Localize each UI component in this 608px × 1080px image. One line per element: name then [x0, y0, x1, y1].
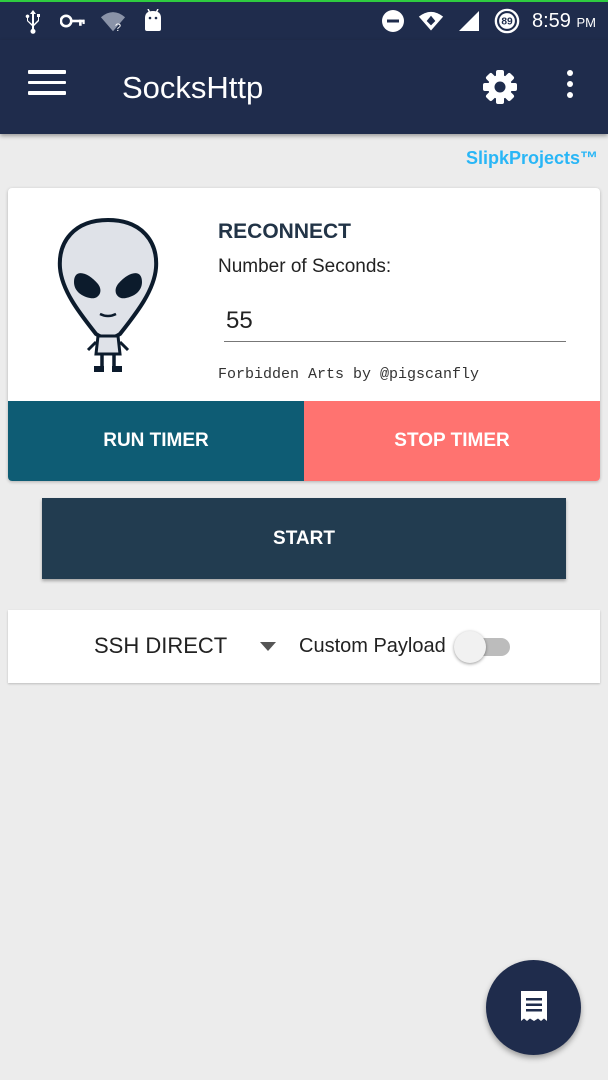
signal-icon	[456, 8, 482, 34]
clock: 8:59 PM	[532, 10, 596, 33]
status-bar: ? 89 8:59 PM	[0, 0, 608, 40]
reconnect-card: RECONNECT Number of Seconds: Forbidden A…	[8, 188, 600, 481]
credit-text: Forbidden Arts by @pigscanfly	[218, 366, 480, 383]
start-button[interactable]: START	[42, 498, 566, 579]
connection-mode-value: SSH DIRECT	[94, 633, 228, 658]
wifi-icon	[418, 8, 444, 34]
notification-icons: ?	[20, 8, 166, 34]
clock-time: 8:59	[532, 9, 571, 32]
app-title: SocksHttp	[122, 70, 264, 105]
vpn-key-icon	[60, 8, 86, 34]
wifi-unknown-icon: ?	[100, 8, 126, 34]
alien-illustration	[52, 216, 164, 376]
app-bar: SocksHttp	[0, 40, 608, 134]
more-vert-icon[interactable]	[562, 70, 578, 106]
log-icon	[517, 989, 551, 1027]
connection-panel: SSH DIRECT Custom Payload	[8, 610, 600, 683]
do-not-disturb-icon	[380, 8, 406, 34]
gear-icon[interactable]	[482, 69, 518, 105]
custom-payload-label: Custom Payload	[299, 635, 446, 657]
battery-icon: 89	[494, 8, 520, 34]
dropdown-arrow-icon	[260, 642, 276, 651]
clock-ampm: PM	[576, 14, 597, 30]
usb-icon	[20, 8, 46, 34]
android-icon	[140, 8, 166, 34]
connection-mode-dropdown[interactable]: SSH DIRECT	[94, 630, 284, 664]
battery-level: 89	[501, 17, 513, 28]
menu-icon[interactable]	[28, 70, 66, 104]
system-icons: 89 8:59 PM	[380, 8, 596, 34]
log-fab-button[interactable]	[486, 960, 581, 1055]
reconnect-heading: RECONNECT	[218, 220, 352, 243]
stop-timer-button[interactable]: STOP TIMER	[304, 401, 600, 481]
switch-thumb	[454, 631, 486, 663]
seconds-input[interactable]	[224, 300, 566, 342]
brand-label: SlipkProjects™	[465, 148, 598, 168]
custom-payload-switch[interactable]	[454, 630, 512, 664]
seconds-label: Number of Seconds:	[218, 256, 392, 277]
svg-text:?: ?	[115, 22, 121, 33]
run-timer-button[interactable]: RUN TIMER	[8, 401, 304, 481]
